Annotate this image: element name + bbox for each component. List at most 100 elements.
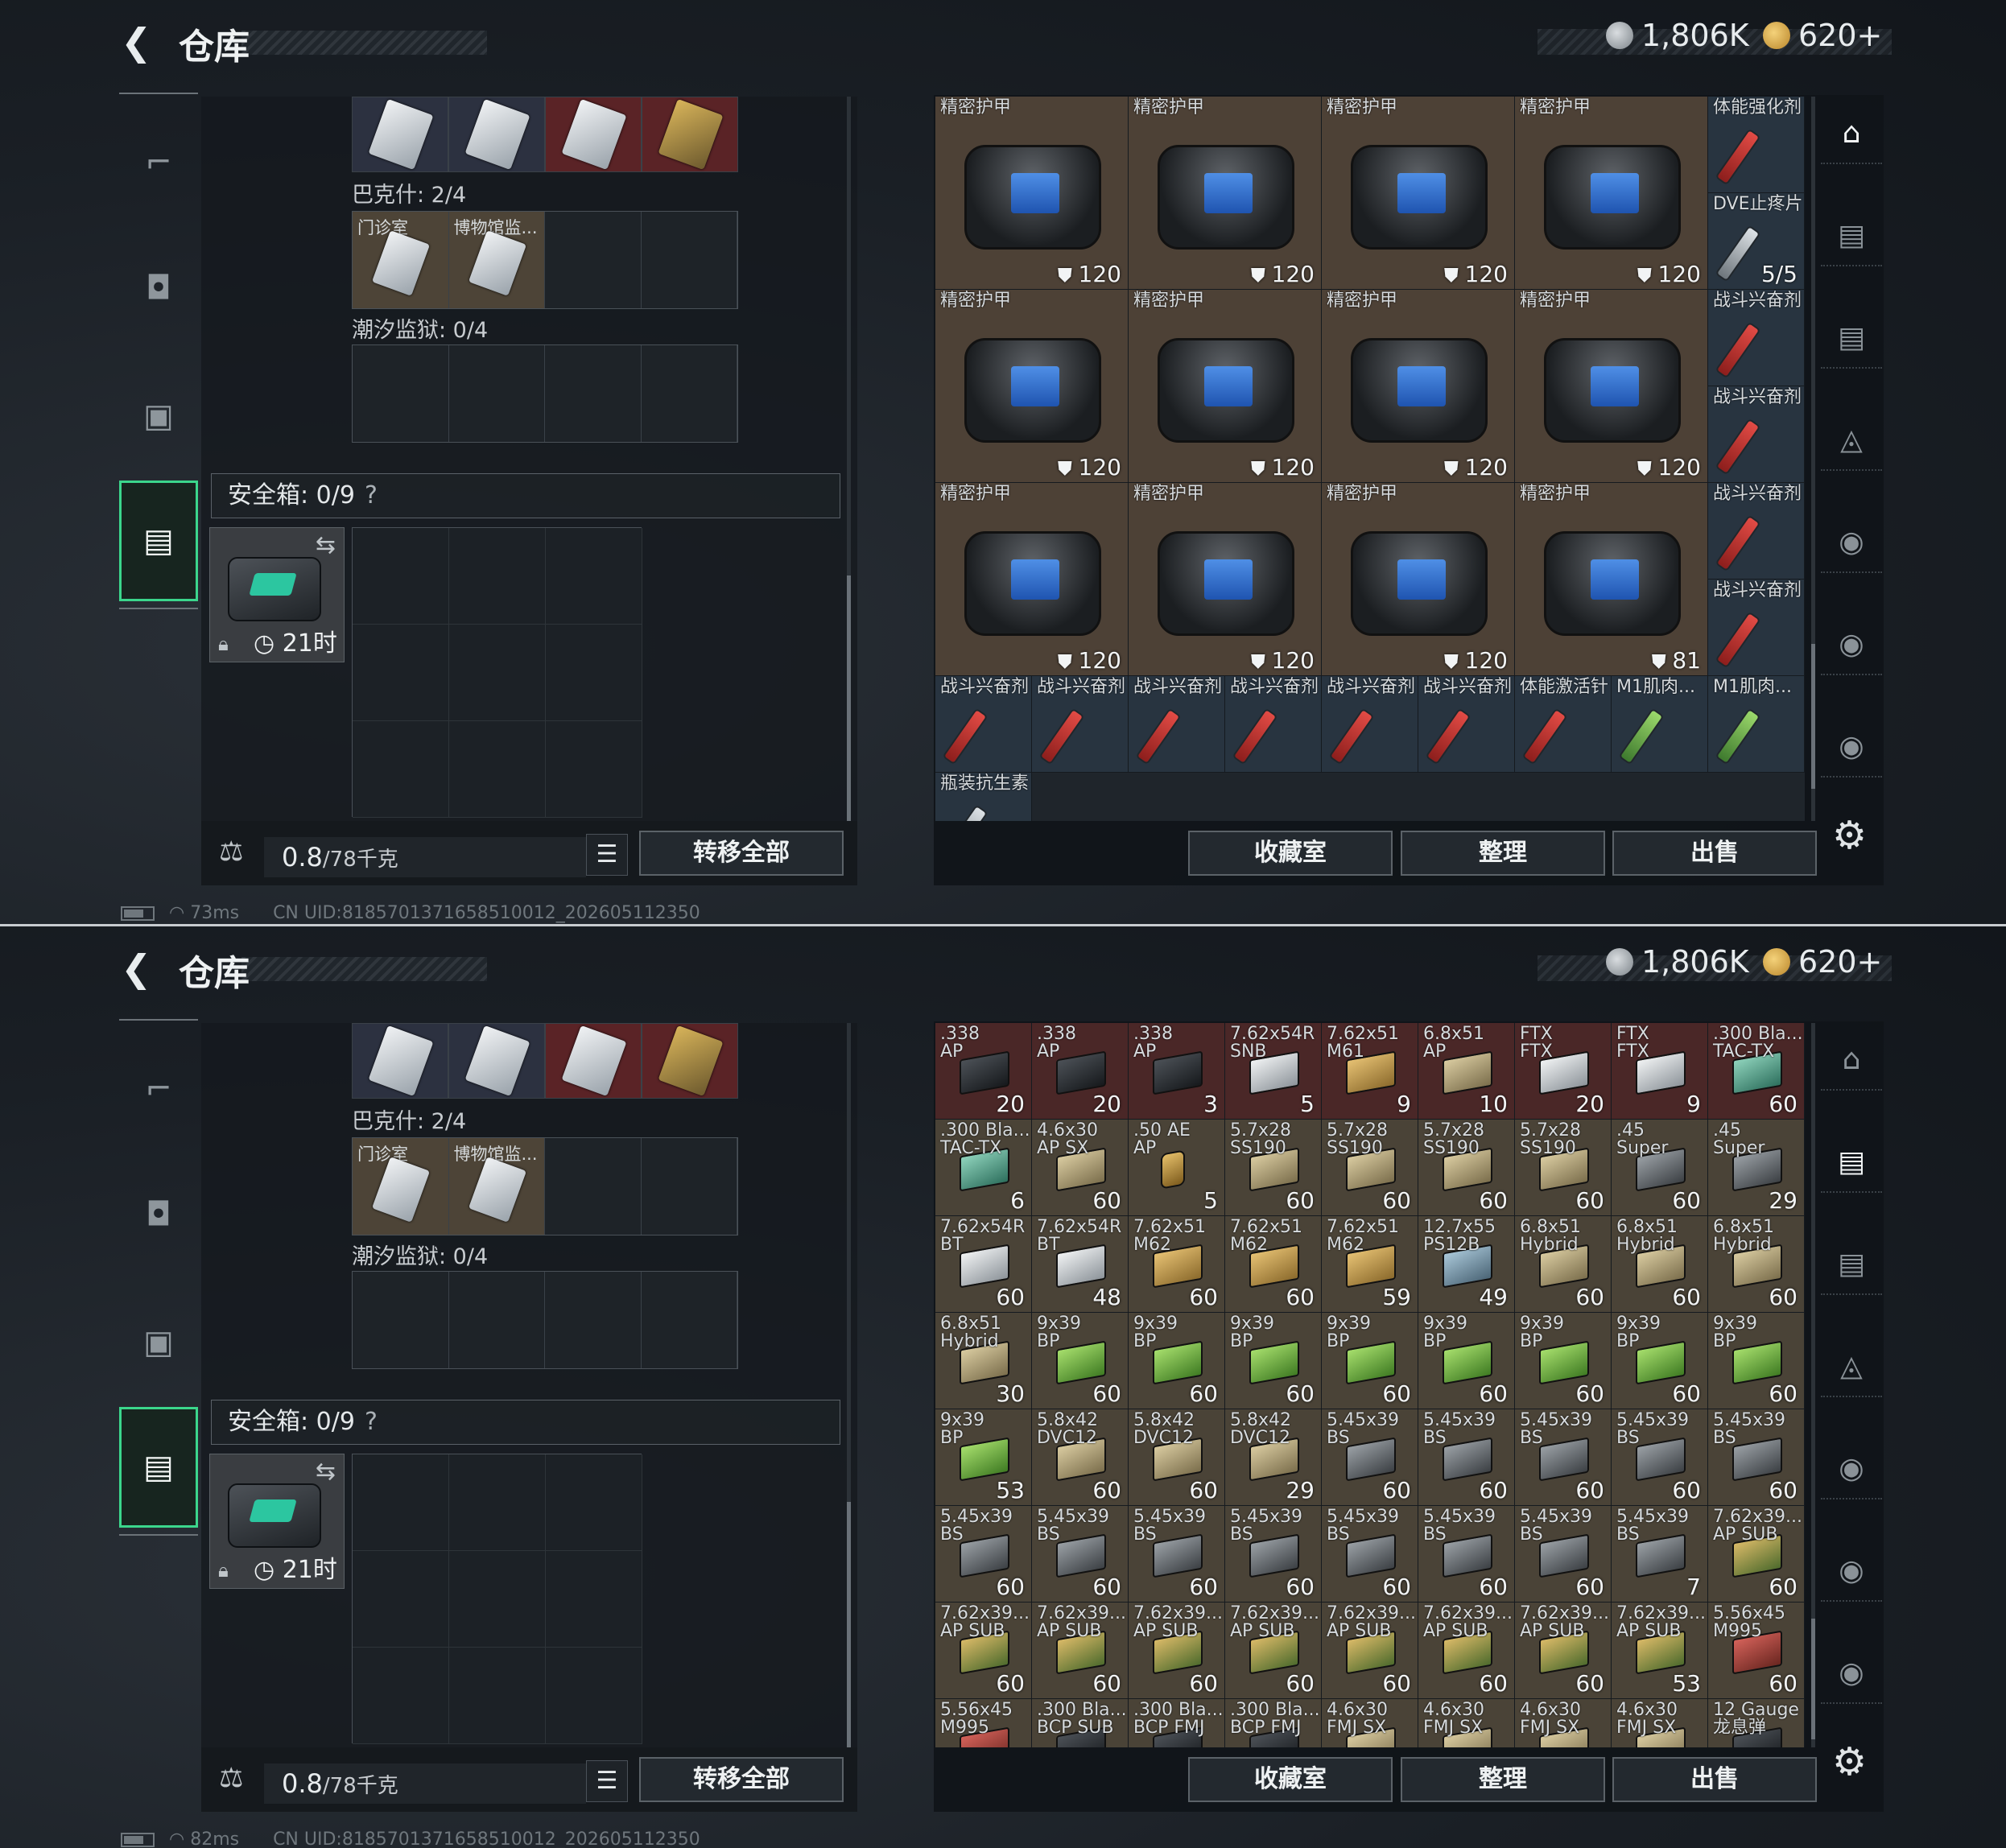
armor-item[interactable]: 精密护甲 120 <box>1515 97 1708 290</box>
armor-item[interactable]: 精密护甲 120 <box>1322 483 1515 676</box>
ammo-item[interactable]: 5.45x39 BS 60 <box>1515 1506 1612 1603</box>
armor-item[interactable]: 精密护甲 120 <box>1322 290 1515 483</box>
consumable-item[interactable]: M1肌肉... <box>1708 676 1805 773</box>
key-slot[interactable]: 博物馆监... <box>448 1138 545 1235</box>
key-slot[interactable] <box>642 97 738 172</box>
ammo-item[interactable]: 6.8x51 Hybrid 60 <box>1612 1216 1708 1313</box>
armor-item[interactable]: 精密护甲 81 <box>1515 483 1708 676</box>
gold-currency[interactable]: 620+ <box>1763 944 1882 980</box>
ammo-item[interactable]: 9x39 BP 60 <box>1322 1313 1418 1409</box>
key-slot[interactable] <box>352 1023 448 1099</box>
ammo-item[interactable]: 4.6x30 FMJ SX <box>1612 1699 1708 1747</box>
key-slot-empty[interactable] <box>545 1138 642 1235</box>
tier-5-camera-icon[interactable]: ◉ <box>1821 1643 1882 1704</box>
list-icon[interactable]: ☰ <box>586 1760 628 1802</box>
tier-4-camera-icon[interactable]: ◉ <box>1821 1438 1882 1499</box>
home-icon[interactable]: ⌂ <box>1821 1029 1882 1091</box>
ammo-item[interactable]: 12.7x55 PS12B 49 <box>1418 1216 1515 1313</box>
safe-slot[interactable] <box>449 625 546 721</box>
key-slot[interactable]: 门诊室 <box>353 1138 449 1235</box>
vest-icon[interactable]: ▣ <box>119 380 198 452</box>
ammo-item[interactable]: 9x39 BP 60 <box>1225 1313 1322 1409</box>
ammo-item[interactable]: FTX FTX 9 <box>1612 1023 1708 1120</box>
safe-slot[interactable] <box>546 528 642 625</box>
ammo-item[interactable]: 5.7x28 SS190 60 <box>1225 1120 1322 1216</box>
ammo-item[interactable]: 5.8x42 DVC12 60 <box>1032 1409 1129 1506</box>
ammo-item[interactable]: 5.7x28 SS190 60 <box>1322 1120 1418 1216</box>
ammo-item[interactable]: 7.62x39... AP SUB 60 <box>1225 1603 1322 1699</box>
transfer-all-button[interactable]: 转移全部 <box>639 831 844 876</box>
ammo-item[interactable]: .300 Bla... TAC-TX 6 <box>935 1120 1032 1216</box>
ammo-item[interactable]: 6.8x51 Hybrid 60 <box>1708 1216 1805 1313</box>
safe-slot[interactable] <box>353 1454 449 1551</box>
stash-scroll-thumb[interactable] <box>1811 644 1815 789</box>
consumable-item[interactable]: 战斗兴奋剂 <box>1225 676 1322 773</box>
back-arrow-icon[interactable]: ❮ <box>121 23 161 61</box>
safe-slot[interactable] <box>353 1648 449 1744</box>
armor-item[interactable]: 精密护甲 120 <box>1129 290 1322 483</box>
safe-slot[interactable] <box>353 1551 449 1648</box>
ammo-item[interactable]: .45 Super 29 <box>1708 1120 1805 1216</box>
ammo-item[interactable]: 7.62x39... AP SUB 60 <box>1032 1603 1129 1699</box>
transfer-all-button[interactable]: 转移全部 <box>639 1757 844 1802</box>
armor-item[interactable]: 精密护甲 120 <box>935 97 1129 290</box>
safe-slot[interactable] <box>449 721 546 818</box>
safe-slot[interactable] <box>449 1648 546 1744</box>
ammo-item[interactable]: 4.6x30 FMJ SX <box>1418 1699 1515 1747</box>
ammo-item[interactable]: 5.45x39 BS 60 <box>1612 1409 1708 1506</box>
ammo-item[interactable]: 7.62x39... AP SUB 60 <box>1515 1603 1612 1699</box>
safe-case-item[interactable]: ⇆ 🔒︎ ◷ 21时 <box>209 527 345 662</box>
ammo-item[interactable]: 5.56x45 M995 60 <box>1708 1603 1805 1699</box>
left-scroll-thumb[interactable] <box>847 575 851 821</box>
armor-item[interactable]: 精密护甲 120 <box>1129 483 1322 676</box>
consumable-item[interactable]: 战斗兴奋剂 <box>1708 580 1805 676</box>
safe-slot[interactable] <box>546 721 642 818</box>
backpack-icon[interactable]: ◘ <box>119 1178 198 1251</box>
briefcase-icon[interactable]: ▤ <box>119 1407 198 1528</box>
ammo-item[interactable]: 7.62x39... AP SUB 60 <box>1708 1506 1805 1603</box>
safe-slot[interactable] <box>353 625 449 721</box>
ammo-item[interactable]: 9x39 BP 53 <box>935 1409 1032 1506</box>
safe-slot[interactable] <box>449 528 546 625</box>
ammo-item[interactable]: 6.8x51 AP 10 <box>1418 1023 1515 1120</box>
ammo-item[interactable]: 6.8x51 Hybrid 60 <box>1515 1216 1612 1313</box>
ammo-item[interactable]: 7.62x51 M62 59 <box>1322 1216 1418 1313</box>
ammo-item[interactable]: 5.45x39 BS 60 <box>1032 1506 1129 1603</box>
briefcase-icon[interactable]: ▤ <box>119 481 198 601</box>
consumable-item[interactable]: 体能激活针 <box>1515 676 1612 773</box>
sort-button[interactable]: 整理 <box>1401 831 1605 876</box>
ammo-item[interactable]: 5.45x39 BS 60 <box>1418 1409 1515 1506</box>
ammo-item[interactable]: 5.7x28 SS190 60 <box>1515 1120 1612 1216</box>
consumable-item[interactable]: 瓶装抗生素 <box>935 773 1032 821</box>
sort-button[interactable]: 整理 <box>1401 1757 1605 1802</box>
ammo-item[interactable]: 5.45x39 BS 60 <box>1515 1409 1612 1506</box>
key-slot-empty[interactable] <box>641 1138 737 1235</box>
ammo-item[interactable]: .338 AP 3 <box>1129 1023 1225 1120</box>
key-slot-empty[interactable] <box>641 1272 737 1368</box>
tier-3-triangle-icon[interactable]: ◬ <box>1821 410 1882 471</box>
ammo-item[interactable]: 7.62x39... AP SUB 60 <box>1418 1603 1515 1699</box>
key-slot-empty[interactable] <box>545 1272 642 1368</box>
ammo-item[interactable]: 5.45x39 BS 60 <box>1322 1409 1418 1506</box>
ammo-item[interactable]: .300 Bla... BCP FMJ <box>1129 1699 1225 1747</box>
tier-5-camera-icon[interactable]: ◉ <box>1821 716 1882 778</box>
ammo-item[interactable]: 7.62x39... AP SUB 60 <box>935 1603 1032 1699</box>
ammo-item[interactable]: 5.45x39 BS 60 <box>1418 1506 1515 1603</box>
ammo-item[interactable]: 6.8x51 Hybrid 30 <box>935 1313 1032 1409</box>
key-slot[interactable]: 门诊室 <box>353 212 449 308</box>
sell-button[interactable]: 出售 <box>1612 831 1817 876</box>
key-slot-empty[interactable] <box>448 345 545 442</box>
tier-4-folder-icon[interactable]: ▤ <box>1821 1132 1882 1193</box>
key-slot-empty[interactable] <box>353 1272 449 1368</box>
key-slot[interactable] <box>642 1023 738 1099</box>
ammo-item[interactable]: 4.6x30 FMJ SX <box>1322 1699 1418 1747</box>
safe-slot[interactable] <box>546 1648 642 1744</box>
safe-slot[interactable] <box>353 721 449 818</box>
gun-icon[interactable]: ⌐ <box>119 1053 198 1125</box>
gear-icon[interactable]: ⚙ <box>1832 813 1867 858</box>
sell-button[interactable]: 出售 <box>1612 1757 1817 1802</box>
left-scroll-thumb[interactable] <box>847 1502 851 1747</box>
stash-scroll-thumb[interactable] <box>1811 1619 1815 1739</box>
armor-item[interactable]: 精密护甲 120 <box>1129 97 1322 290</box>
gear-icon[interactable]: ⚙ <box>1832 1739 1867 1784</box>
